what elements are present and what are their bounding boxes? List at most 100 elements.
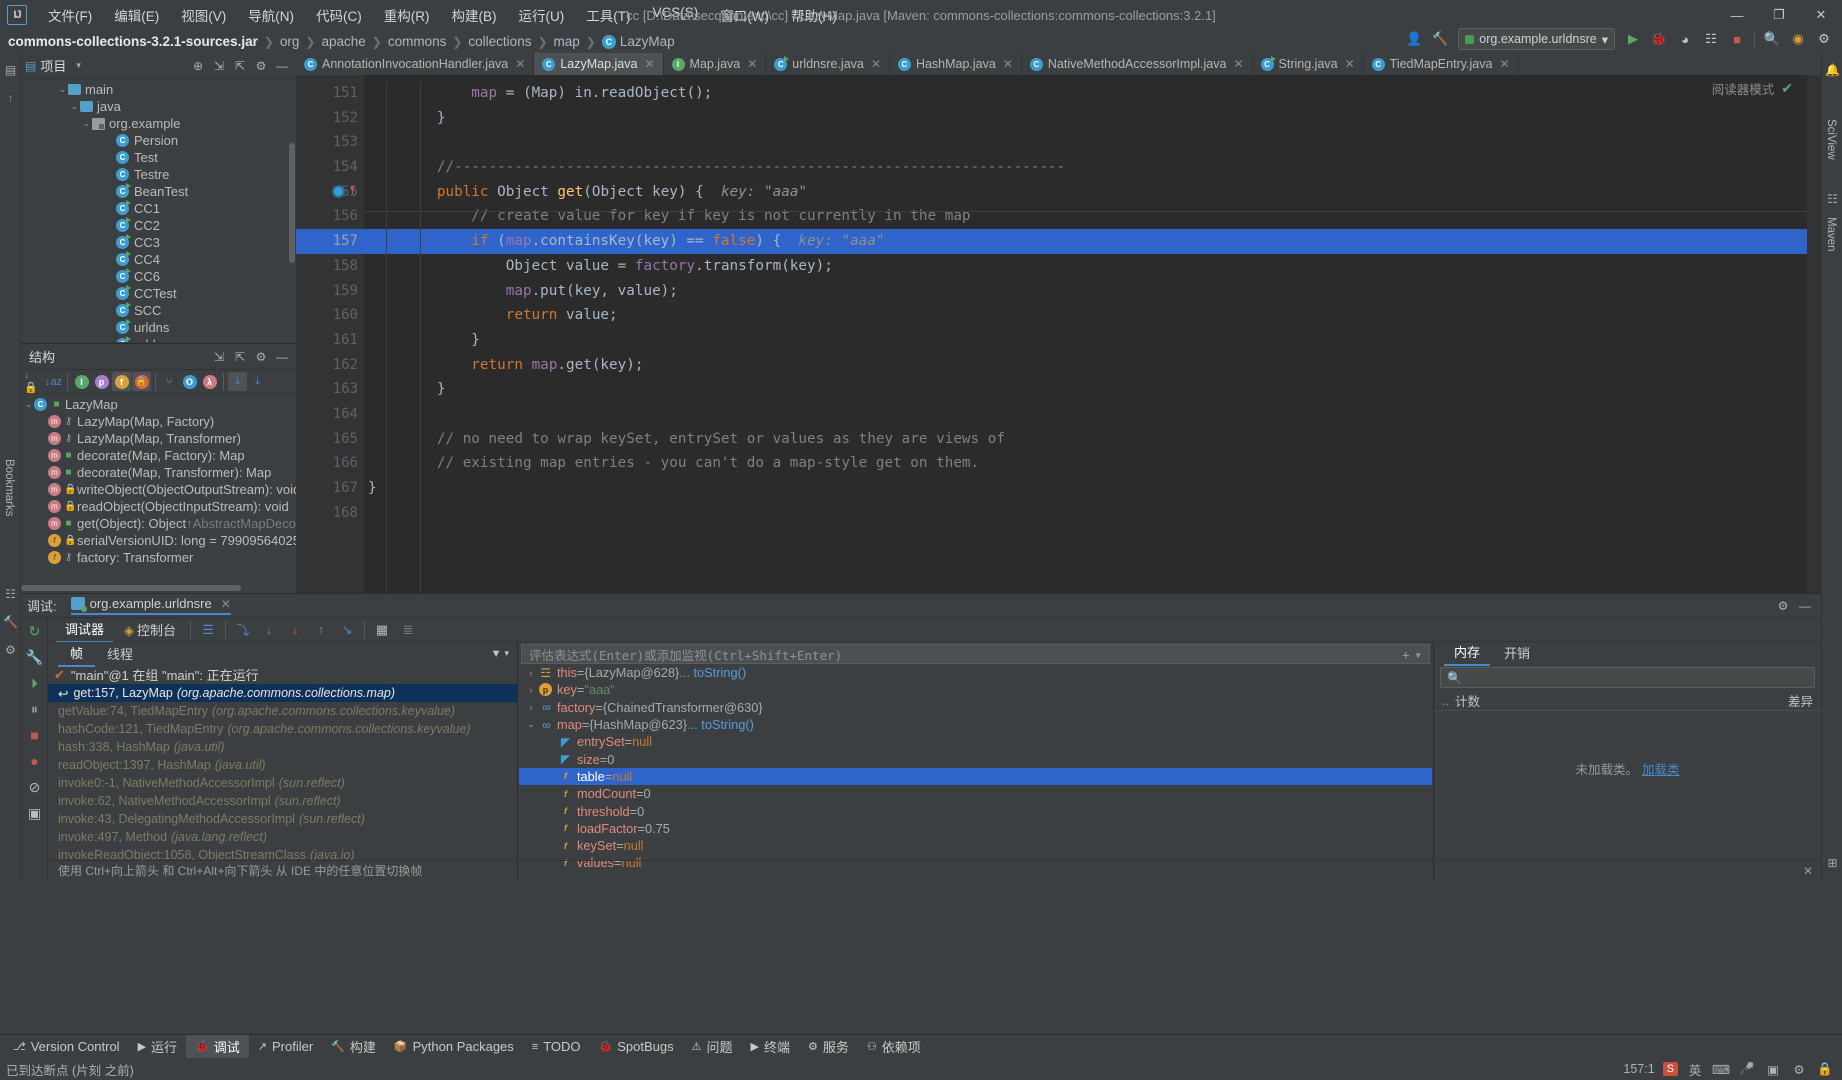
- debug-settings-wrench-icon[interactable]: 🔧: [21, 644, 48, 670]
- structure-tool-icon[interactable]: ☷: [0, 583, 21, 605]
- pause-program-icon[interactable]: ⏸: [21, 696, 48, 722]
- project-tree-item[interactable]: Curldnsre: [21, 336, 296, 342]
- tool-window-button[interactable]: ▶ 运行: [129, 1035, 186, 1058]
- tab-console[interactable]: ◈ 控制台: [115, 618, 185, 642]
- chevron-down-icon[interactable]: ⌄: [23, 399, 34, 410]
- add-watch-icon[interactable]: +: [1402, 647, 1410, 662]
- project-tree-item[interactable]: C CC6: [21, 268, 296, 285]
- evaluate-expression-input[interactable]: 评估表达式(Enter)或添加监视(Ctrl+Shift+Enter) + ▾: [521, 644, 1430, 664]
- show-inherited-icon[interactable]: I: [72, 372, 91, 391]
- project-tree-item[interactable]: ⌄ org.example: [21, 115, 296, 132]
- force-step-into-icon[interactable]: ↓: [283, 619, 307, 641]
- evaluate-expression-icon[interactable]: ▦: [370, 619, 394, 641]
- line-number[interactable]: 158: [296, 254, 364, 279]
- locate-file-icon[interactable]: ⊕: [188, 56, 208, 76]
- code-line[interactable]: }: [364, 476, 1821, 501]
- mute-breakpoints-icon[interactable]: ⊘: [21, 774, 48, 800]
- chevron-down-icon[interactable]: ▾: [504, 648, 509, 659]
- settings-tool-icon[interactable]: ⚙: [0, 639, 21, 661]
- structure-tree-item[interactable]: f ⚷ factory: Transformer: [21, 549, 296, 566]
- panel-settings-icon[interactable]: ⚙: [251, 347, 271, 367]
- line-number[interactable]: 152: [296, 106, 364, 131]
- code-line[interactable]: if (map.containsKey(key) == false) { key…: [364, 229, 1821, 254]
- tool-window-button[interactable]: ▶ 终端: [742, 1035, 799, 1058]
- breadcrumb-item-3[interactable]: commons: [388, 34, 447, 49]
- run-configuration-selector[interactable]: org.example.urldnsre ▾: [1458, 28, 1615, 50]
- variable-row[interactable]: f table = null: [519, 767, 1432, 786]
- code-line[interactable]: }: [364, 377, 1821, 402]
- project-tree-item[interactable]: ⌄ java: [21, 98, 296, 115]
- variable-tostring-link[interactable]: ... toString(): [679, 665, 746, 680]
- line-number[interactable]: 167: [296, 476, 364, 501]
- collapse-all-icon[interactable]: ⇱: [230, 56, 250, 76]
- line-number[interactable]: 153: [296, 130, 364, 155]
- structure-tree-item[interactable]: ⌄ C ■ LazyMap: [21, 396, 296, 413]
- resume-program-icon[interactable]: ⏵: [21, 670, 48, 696]
- tool-window-button[interactable]: ↗ Profiler: [249, 1037, 322, 1056]
- line-number[interactable]: 161: [296, 328, 364, 353]
- settings-list-icon[interactable]: ≣: [396, 619, 420, 641]
- breadcrumb-item-1[interactable]: org: [280, 34, 300, 49]
- show-execution-point-icon[interactable]: ☰: [196, 619, 220, 641]
- notifications-rail-icon[interactable]: 🔔: [1822, 59, 1842, 81]
- project-tree-item[interactable]: C CCTest: [21, 285, 296, 302]
- tab-debugger[interactable]: 调试器: [56, 617, 114, 643]
- stack-frame[interactable]: readObject:1397, HashMap (java.util): [48, 756, 517, 774]
- load-classes-link[interactable]: 加载类: [1642, 763, 1680, 777]
- group-implementations-icon[interactable]: ⑂: [160, 372, 179, 391]
- tool-window-button[interactable]: 📦 Python Packages: [385, 1037, 523, 1056]
- editor-error-stripe[interactable]: [1807, 75, 1821, 593]
- code-line[interactable]: return map.get(key);: [364, 353, 1821, 378]
- stack-frame[interactable]: hash:338, HashMap (java.util): [48, 738, 517, 756]
- close-icon[interactable]: ✕: [1233, 57, 1243, 71]
- project-scrollbar[interactable]: [289, 143, 295, 263]
- line-number[interactable]: 166: [296, 451, 364, 476]
- chevron-down-icon[interactable]: ▾: [1414, 647, 1422, 662]
- tab-frames[interactable]: 帧: [58, 641, 96, 667]
- expand-all-icon[interactable]: ⇲: [209, 56, 229, 76]
- code-line[interactable]: map = (Map) in.readObject();: [364, 81, 1821, 106]
- variable-row[interactable]: › ∞ factory = {ChainedTransformer@630}: [519, 699, 1432, 716]
- project-tree-item[interactable]: C Test: [21, 149, 296, 166]
- tab-memory[interactable]: 内存: [1444, 640, 1491, 666]
- show-lambdas-icon[interactable]: λ: [200, 372, 219, 391]
- stack-frame[interactable]: hashCode:121, TiedMapEntry (org.apache.co…: [48, 720, 517, 738]
- settings-icon[interactable]: ⚙: [1812, 27, 1836, 51]
- close-icon[interactable]: ✕: [747, 57, 757, 71]
- editor-tab[interactable]: C HashMap.java ✕: [889, 53, 1022, 75]
- variable-row[interactable]: f loadFactor = 0.75: [519, 820, 1432, 837]
- code-line[interactable]: public Object get(Object key) { key: "aa…: [364, 180, 1821, 205]
- code-line[interactable]: }: [364, 106, 1821, 131]
- autoscroll-to-source-icon[interactable]: ⤓: [248, 372, 267, 391]
- build-tool-icon[interactable]: 🔨: [0, 611, 21, 633]
- ime-badge[interactable]: S: [1662, 1062, 1678, 1076]
- chevron-right-icon[interactable]: ›: [523, 702, 539, 712]
- close-icon[interactable]: ✕: [1345, 57, 1355, 71]
- line-number[interactable]: 155 ↑: [296, 180, 364, 205]
- code-line[interactable]: // existing map entries - you can't do a…: [364, 451, 1821, 476]
- stack-frame[interactable]: invoke0:-1, NativeMethodAccessorImpl (sun…: [48, 774, 517, 792]
- mic-icon[interactable]: 🎤: [1738, 1060, 1756, 1078]
- editor-tab[interactable]: C LazyMap.java ✕: [534, 53, 664, 75]
- caret-position[interactable]: 157:1: [1623, 1062, 1654, 1076]
- variable-row[interactable]: f keySet = null: [519, 837, 1432, 854]
- stack-frame[interactable]: ↩ get:157, LazyMap (org.apache.commons.col…: [48, 684, 517, 702]
- project-tree-item[interactable]: ⌄ main: [21, 81, 296, 98]
- project-tree[interactable]: ⌄ main ⌄ java ⌄ org.example C Persion C Test C Test…: [21, 79, 296, 342]
- chevron-right-icon[interactable]: ›: [523, 685, 539, 695]
- structure-tree-item[interactable]: m ■ decorate(Map, Factory): Map: [21, 447, 296, 464]
- stop-icon[interactable]: ■: [21, 722, 48, 748]
- project-tree-item[interactable]: C Testre: [21, 166, 296, 183]
- tool-window-button[interactable]: ⚇ 依赖项: [858, 1035, 930, 1058]
- run-to-cursor-icon[interactable]: ↘: [335, 619, 359, 641]
- breadcrumb-item-6[interactable]: C LazyMap: [601, 34, 675, 50]
- project-tree-item[interactable]: C CC4: [21, 251, 296, 268]
- editor-gutter[interactable]: 151 152 153 154 155 ↑ 156 157 158 159 160 161 162 163…: [296, 75, 364, 593]
- variable-row[interactable]: f threshold = 0: [519, 802, 1432, 819]
- editor-tab[interactable]: C String.java ✕: [1252, 53, 1364, 75]
- filter-icon[interactable]: ▼: [491, 648, 502, 660]
- structure-tree[interactable]: ⌄ C ■ LazyMap m ⚷ LazyMap(Map, Factory) m ⚷ LazyM…: [21, 394, 296, 591]
- editor-tab[interactable]: I Map.java ✕: [663, 53, 767, 75]
- tab-overhead[interactable]: 开销: [1494, 641, 1540, 665]
- debug-hide-icon[interactable]: —: [1795, 596, 1815, 616]
